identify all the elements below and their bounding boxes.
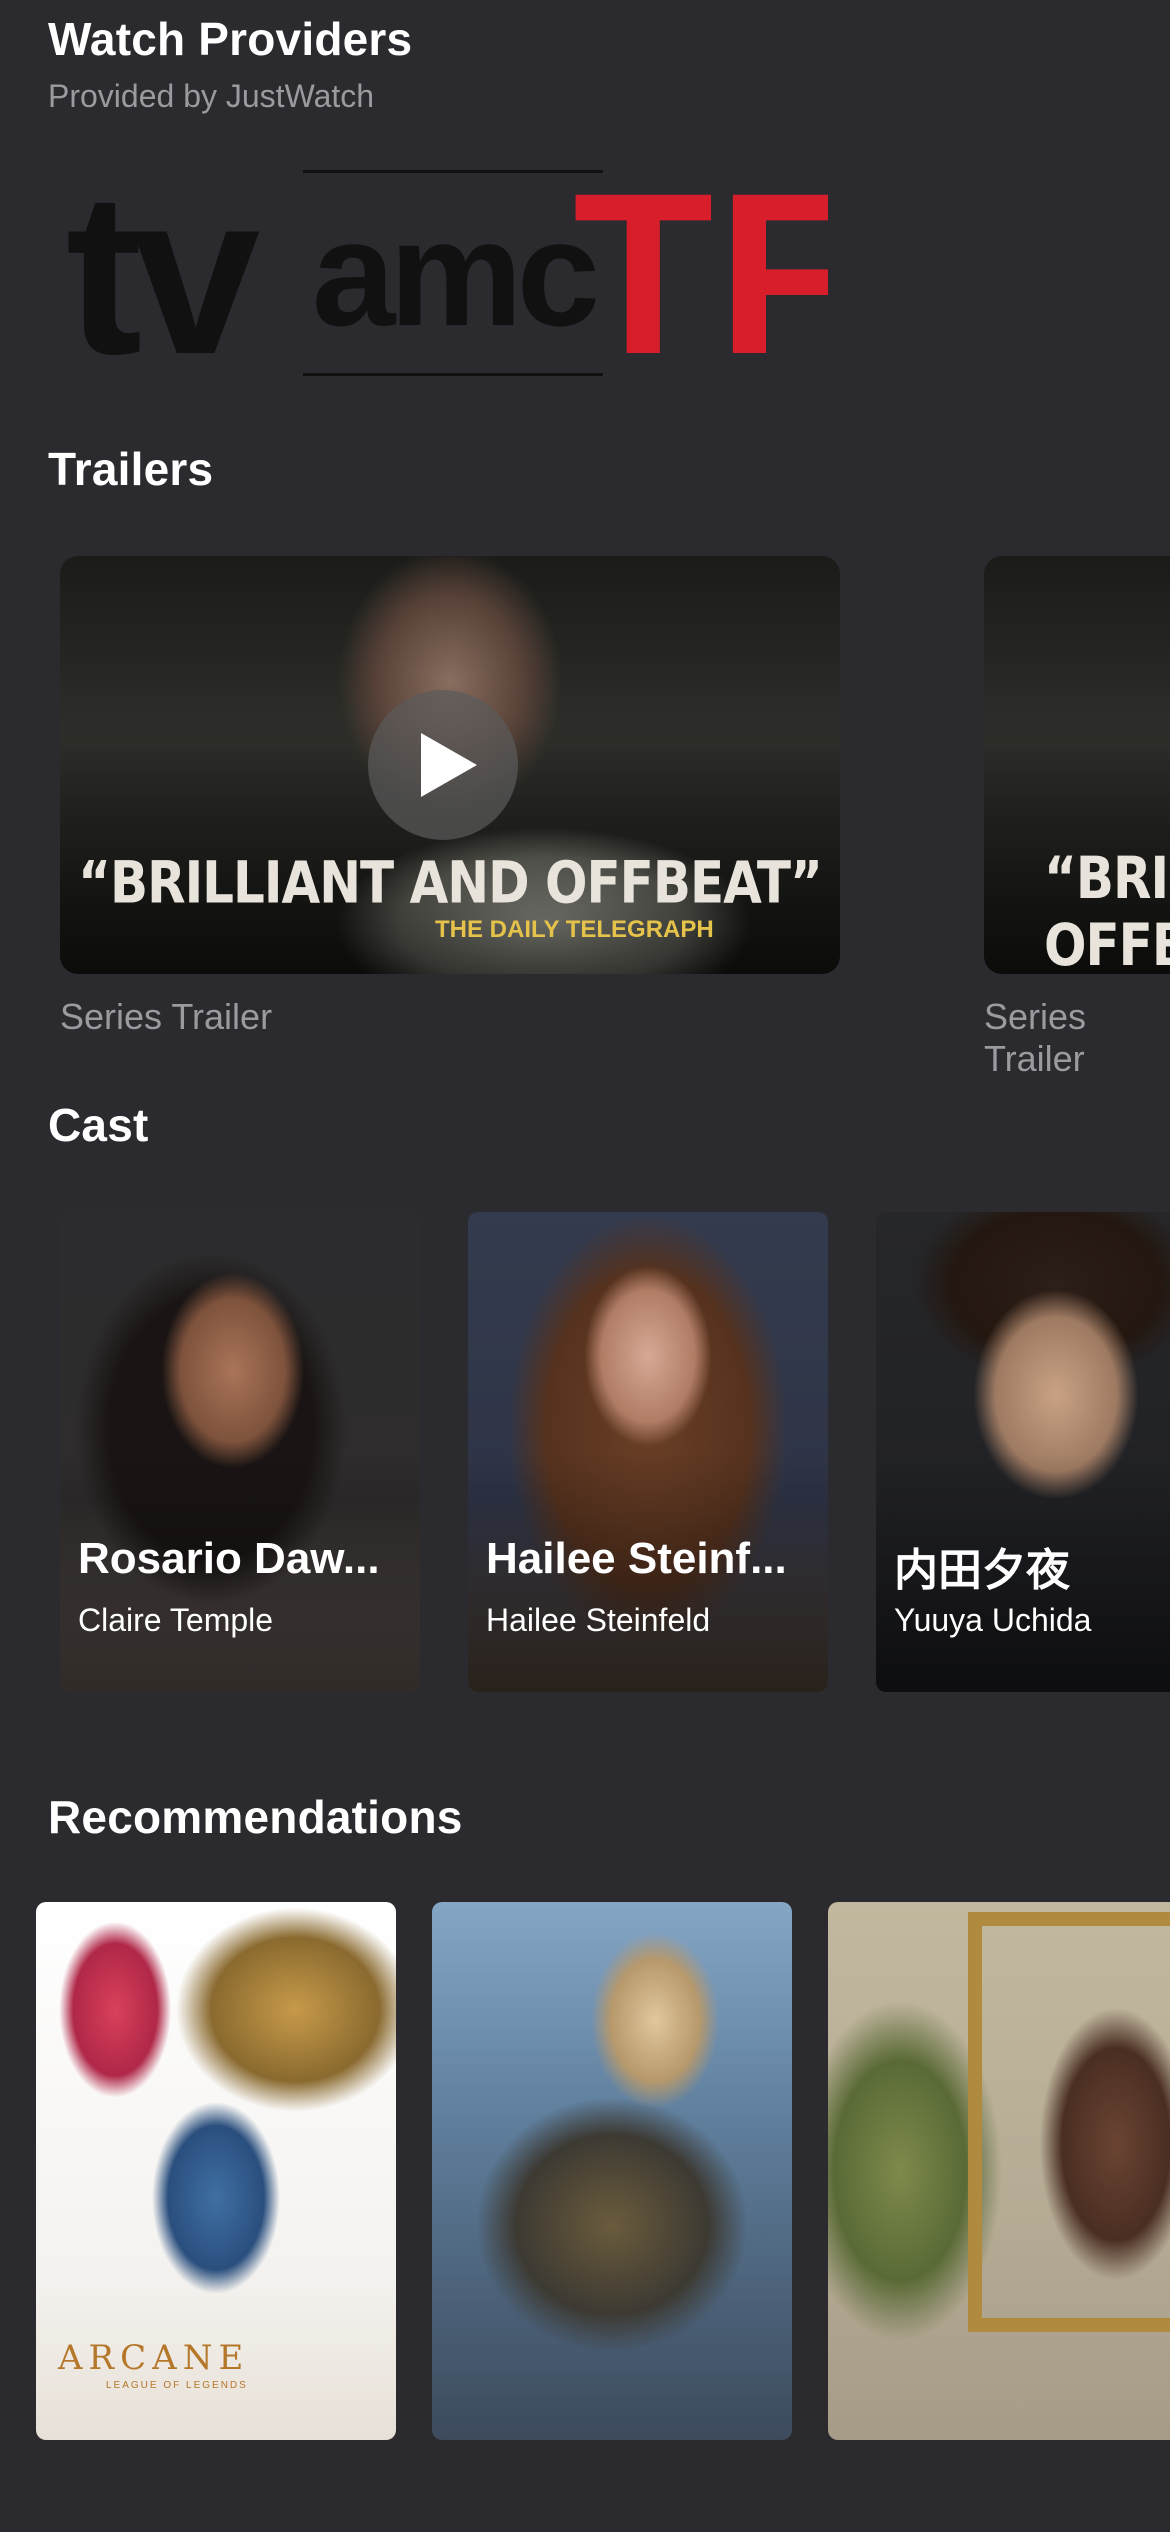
trailer-card[interactable]: “BRILLIANT AND OFFBEAT” THE DAILY TELEGR…	[60, 556, 840, 974]
cast-card[interactable]: Hailee Steinf... Hailee Steinfeld	[468, 1212, 828, 1692]
cast-card[interactable]: 内田夕夜 Yuuya Uchida	[876, 1212, 1170, 1692]
recommendation-poster[interactable]: ARCANE LEAGUE OF LEGENDS	[36, 1902, 396, 2440]
cast-role: Yuuya Uchida	[894, 1602, 1092, 1638]
provider-logo-tfi[interactable]: TFI	[573, 168, 828, 378]
trailer-label: Series Trailer	[60, 996, 273, 1037]
provider-logo-amc[interactable]: amc	[303, 170, 603, 376]
cast-name: Rosario Daw...	[78, 1534, 380, 1583]
watch-providers-subtitle: Provided by JustWatch	[48, 78, 375, 114]
recommendation-poster[interactable]	[432, 1902, 792, 2440]
recommendations-title: Recommendations	[48, 1791, 463, 1843]
cast-role: Claire Temple	[78, 1602, 274, 1638]
providers-row: tv amc TFI	[48, 168, 828, 378]
trailers-title: Trailers	[48, 443, 214, 495]
cast-role: Hailee Steinfeld	[486, 1602, 711, 1638]
watch-providers-title: Watch Providers	[48, 13, 413, 65]
cast-name: 内田夕夜	[894, 1545, 1070, 1596]
trailer-card[interactable]: “BRILLIANT AND OFFBEAT”	[984, 556, 1170, 974]
poster-title: ARCANE	[58, 2338, 250, 2378]
cast-title: Cast	[48, 1099, 149, 1151]
trailer-quote: “BRILLIANT AND OFFBEAT”	[78, 849, 823, 917]
trailer-label: Series Trailer	[984, 996, 1087, 1079]
screen: Watch Providers Provided by JustWatch tv…	[0, 0, 1170, 2532]
cast-card[interactable]: Rosario Daw... Claire Temple	[60, 1212, 420, 1692]
recommendation-poster[interactable]	[828, 1902, 1170, 2440]
provider-logo-tv[interactable]: tv	[48, 168, 308, 378]
trailer-quote: “BRILLIANT AND OFFBEAT”	[1044, 845, 1170, 974]
play-button[interactable]	[368, 690, 518, 840]
poster-subtitle: LEAGUE OF LEGENDS	[106, 2380, 248, 2391]
trailer-source: THE DAILY TELEGRAPH	[435, 916, 714, 943]
cast-name: Hailee Steinf...	[486, 1534, 787, 1583]
play-icon	[421, 733, 477, 797]
